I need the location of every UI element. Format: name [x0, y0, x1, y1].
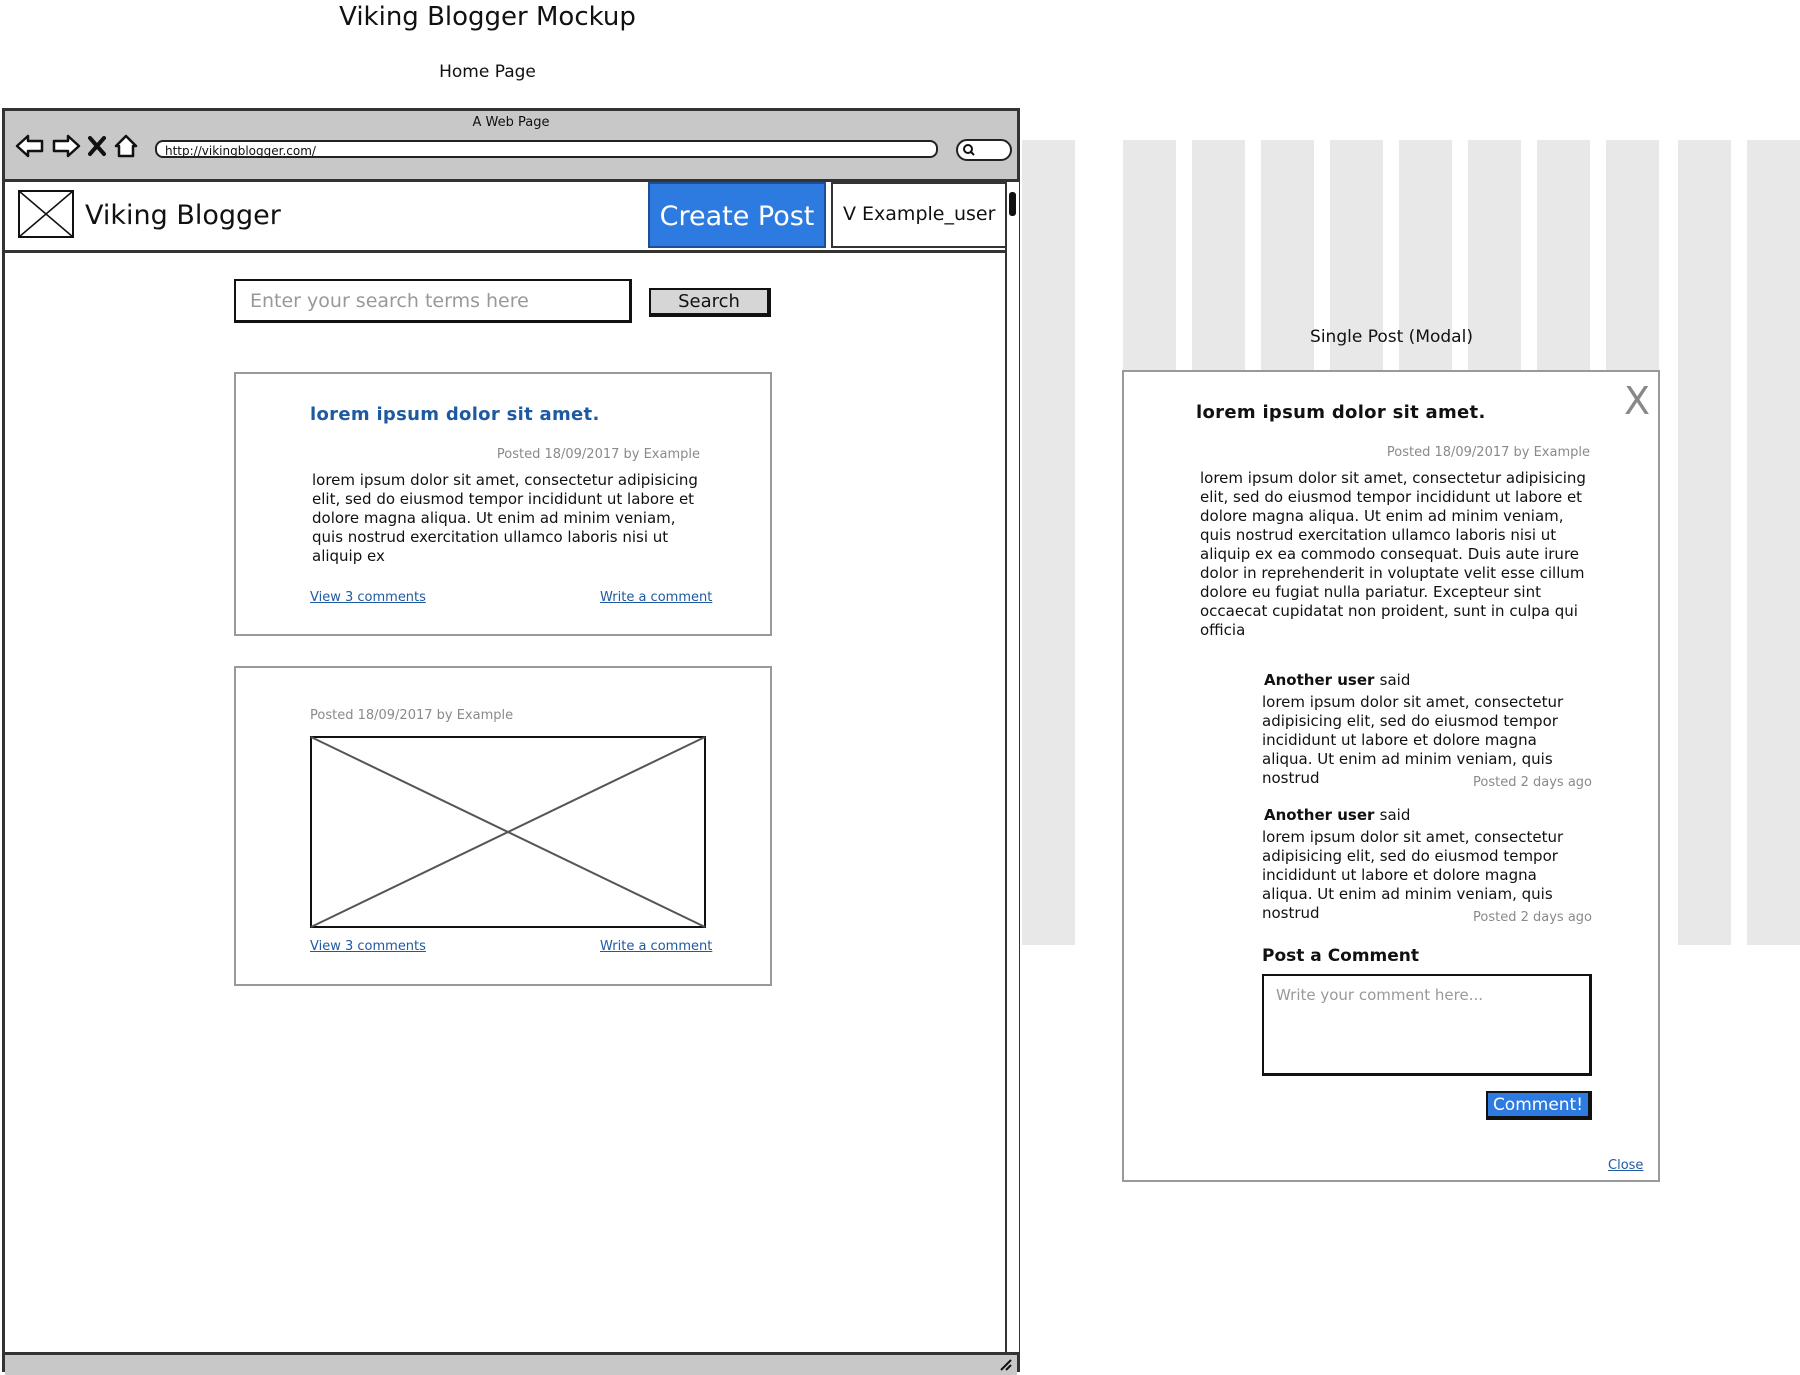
mockup-title: Viking Blogger Mockup — [339, 2, 636, 32]
scroll-thumb[interactable] — [1009, 192, 1016, 216]
post-comment-heading: Post a Comment — [1262, 946, 1420, 966]
window-title: A Web Page — [472, 115, 550, 130]
modal-post-body: lorem ipsum dolor sit amet, consectetur … — [1200, 469, 1586, 639]
comment-text: lorem ipsum dolor sit amet, consectetur … — [1262, 693, 1564, 787]
address-bar[interactable]: http://vikingblogger.com/ — [155, 140, 938, 158]
search-button[interactable]: Search — [649, 288, 771, 317]
magnifier-icon — [963, 144, 975, 156]
scrollbar[interactable] — [1005, 182, 1019, 1352]
view-comments-link[interactable]: View 3 comments — [310, 590, 426, 605]
modal-close-link[interactable]: Close — [1608, 1158, 1643, 1173]
brand-name[interactable]: Viking Blogger — [85, 200, 281, 231]
browser-window: A Web Page http://vikingblogger.com/ Vik… — [2, 108, 1020, 1375]
comment-text: lorem ipsum dolor sit amet, consectetur … — [1262, 828, 1564, 922]
back-arrow-icon[interactable] — [15, 133, 45, 159]
status-bar — [5, 1352, 1017, 1375]
grid-column — [1678, 140, 1731, 945]
close-x-icon[interactable]: X — [1624, 382, 1650, 420]
post-title[interactable]: lorem ipsum dolor sit amet. — [310, 404, 600, 425]
stop-x-icon[interactable] — [87, 133, 107, 159]
comment-textarea[interactable]: Write your comment here... — [1262, 974, 1592, 1076]
comment-time: Posted 2 days ago — [1473, 775, 1592, 790]
post-card: lorem ipsum dolor sit amet. Posted 18/09… — [234, 372, 772, 636]
grid-column — [1022, 140, 1075, 945]
write-comment-link[interactable]: Write a comment — [600, 590, 712, 605]
resize-grip-icon[interactable] — [997, 1357, 1013, 1371]
modal-post-title: lorem ipsum dolor sit amet. — [1196, 402, 1486, 423]
image-placeholder-icon[interactable] — [310, 736, 706, 932]
post-meta: Posted 18/09/2017 by Example — [310, 708, 514, 723]
create-post-button[interactable]: Create Post — [648, 182, 826, 248]
forward-arrow-icon[interactable] — [51, 133, 81, 159]
write-comment-link[interactable]: Write a comment — [600, 939, 712, 954]
comment-submit-button[interactable]: Comment! — [1486, 1091, 1592, 1120]
home-page-label: Home Page — [439, 62, 536, 82]
post-card: Posted 18/09/2017 by Example View 3 comm… — [234, 666, 772, 986]
user-menu[interactable]: V Example_user — [831, 182, 1009, 248]
modal-label: Single Post (Modal) — [1310, 327, 1473, 347]
comment-author: Another user said — [1264, 671, 1411, 689]
post-meta: Posted 18/09/2017 by Example — [496, 447, 700, 462]
modal-post-meta: Posted 18/09/2017 by Example — [1386, 445, 1590, 460]
post-modal: X lorem ipsum dolor sit amet. Posted 18/… — [1122, 370, 1660, 1182]
site-header: Viking Blogger Create Post V Example_use… — [5, 182, 1009, 253]
view-comments-link[interactable]: View 3 comments — [310, 939, 426, 954]
browser-search-box[interactable] — [956, 139, 1012, 161]
post-body: lorem ipsum dolor sit amet, consectetur … — [312, 471, 698, 565]
comment-author: Another user said — [1264, 806, 1411, 824]
logo-placeholder-icon[interactable] — [18, 190, 74, 238]
grid-column — [1747, 140, 1800, 945]
home-icon[interactable] — [113, 133, 139, 159]
nav-controls — [15, 130, 139, 162]
search-input[interactable]: Enter your search terms here — [234, 279, 632, 323]
comment-time: Posted 2 days ago — [1473, 910, 1592, 925]
browser-chrome: A Web Page http://vikingblogger.com/ — [5, 111, 1017, 182]
